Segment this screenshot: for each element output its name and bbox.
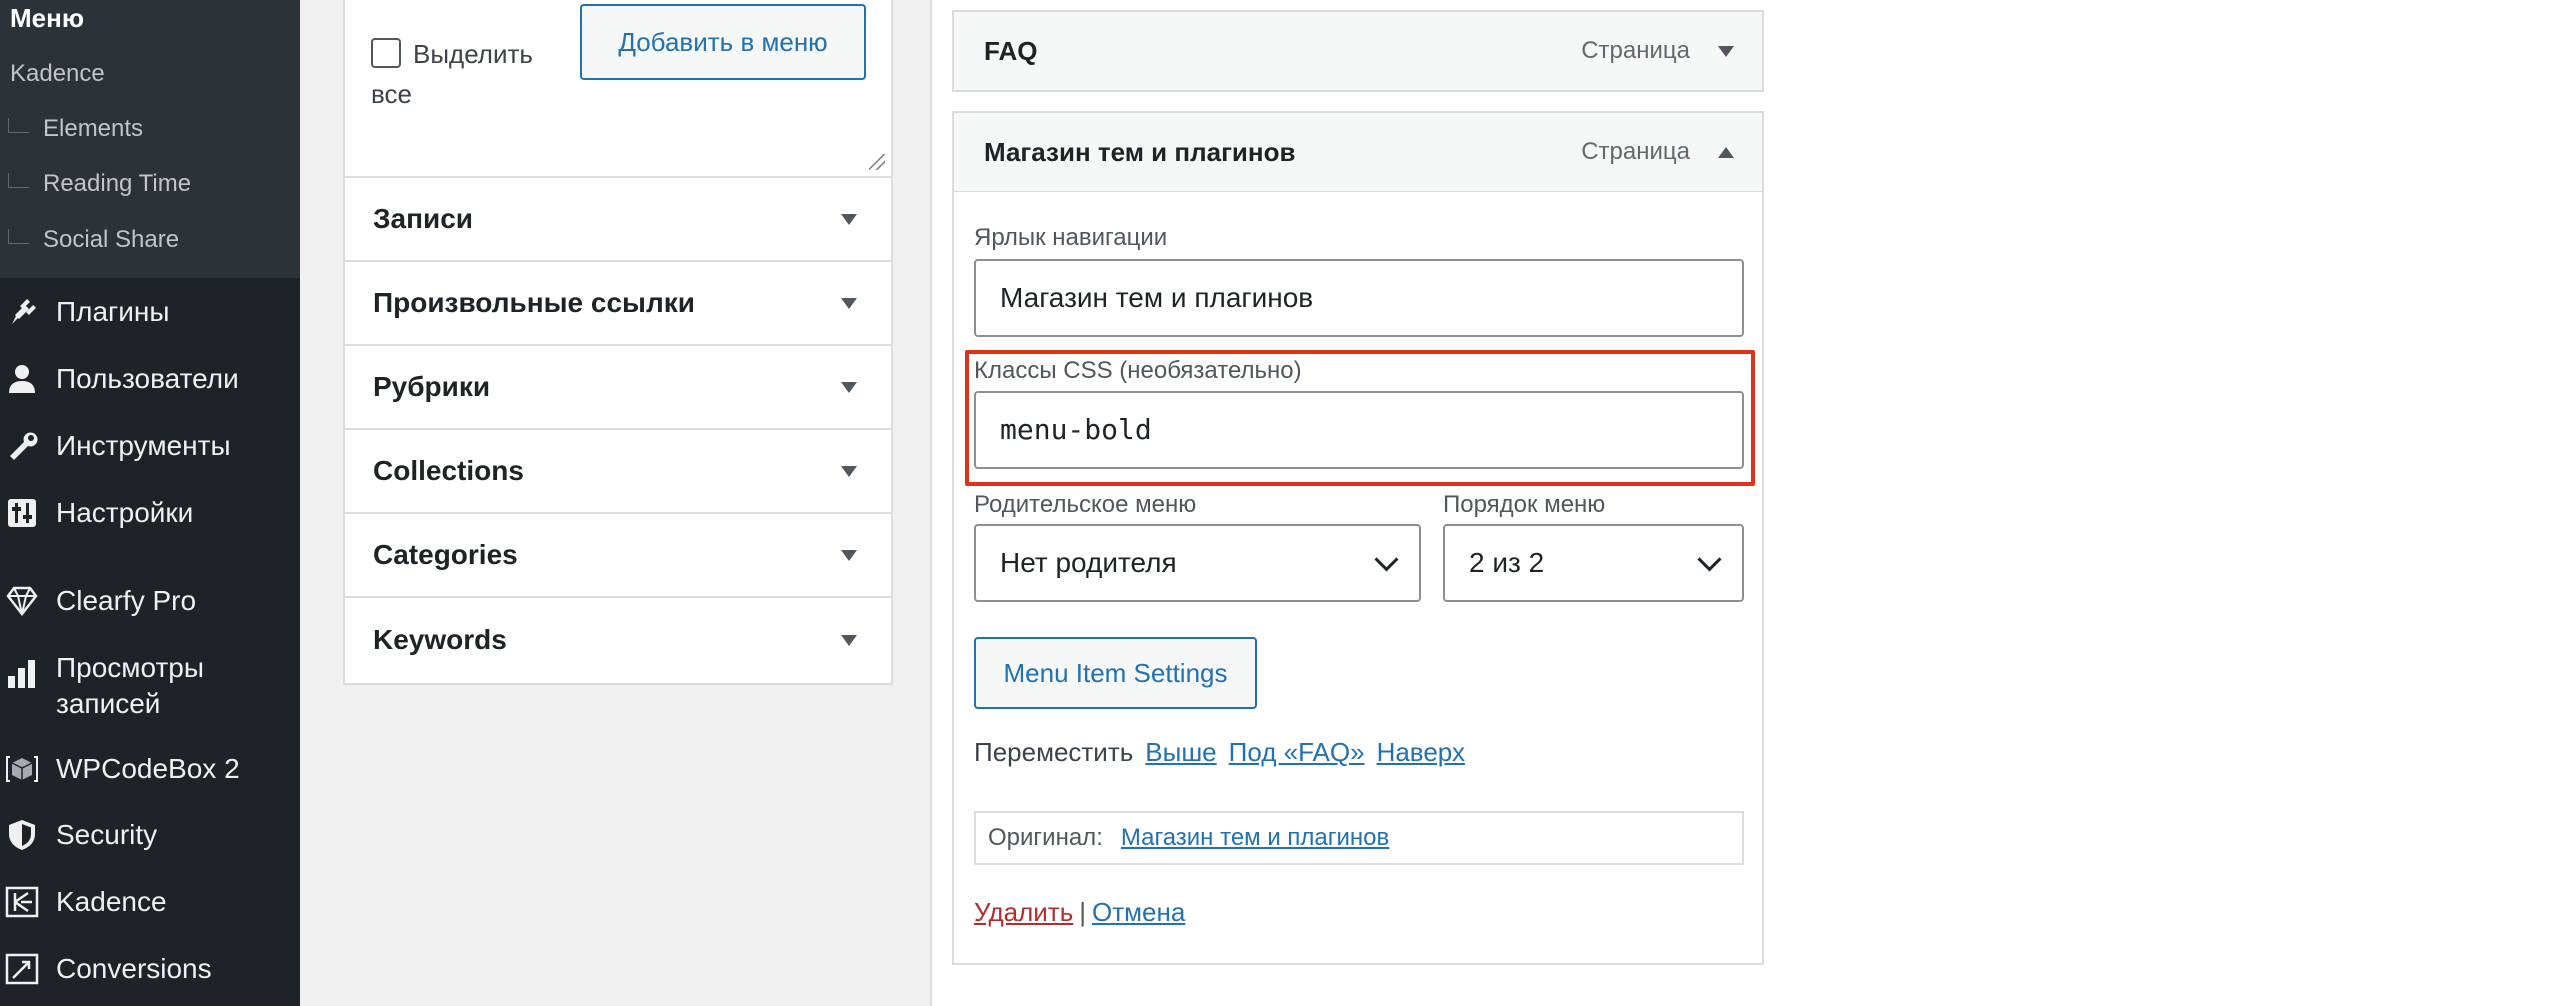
code-box-icon <box>2 749 42 789</box>
sidebar-item-users[interactable]: Пользователи <box>0 351 300 407</box>
original-box: Оригинал: Магазин тем и плагинов <box>974 811 1744 865</box>
sidebar-item-post-views[interactable]: Просмотры записей <box>0 650 300 730</box>
submenu-item-kadence[interactable]: Kadence <box>10 60 105 88</box>
submenu-item-elements[interactable]: Elements <box>8 115 143 143</box>
sidebar-item-clearfy-pro[interactable]: Clearfy Pro <box>0 573 300 629</box>
select-all-area: Выделить все Добавить в меню <box>345 0 891 178</box>
add-menu-items-panel: Выделить все Добавить в меню Записи Прои… <box>343 0 893 685</box>
user-icon <box>2 359 42 399</box>
move-under-faq-link[interactable]: Под «FAQ» <box>1229 737 1365 767</box>
sidebar-item-kadence[interactable]: Kadence <box>0 874 300 930</box>
accordion-label: Рубрики <box>373 371 491 402</box>
caret-down-icon[interactable] <box>1718 45 1734 57</box>
sidebar-item-label: Conversions <box>56 953 212 984</box>
menu-order-label: Порядок меню <box>1443 491 1606 518</box>
move-row: Переместить Выше Под «FAQ» Наверх <box>974 737 1465 768</box>
sidebar-item-settings[interactable]: Настройки <box>0 485 300 541</box>
accordion-rubrics[interactable]: Рубрики <box>345 346 891 430</box>
kadence-icon <box>2 882 42 922</box>
caret-down-icon <box>841 381 857 393</box>
sidebar-item-label: Настройки <box>56 497 194 528</box>
menu-item-title: FAQ <box>984 35 1038 66</box>
caret-down-icon <box>841 634 857 646</box>
parent-menu-value: Нет родителя <box>1000 547 1177 578</box>
submenu-item-reading-time[interactable]: Reading Time <box>8 170 191 198</box>
plugin-icon <box>2 292 42 332</box>
move-label: Переместить <box>974 737 1134 767</box>
parent-menu-label: Родительское меню <box>974 491 1197 518</box>
menu-item-title: Магазин тем и плагинов <box>984 136 1296 167</box>
caret-down-icon <box>841 213 857 225</box>
caret-down-icon <box>841 297 857 309</box>
caret-down-icon <box>841 465 857 477</box>
accordion-posts[interactable]: Записи <box>345 178 891 262</box>
conversions-icon <box>2 949 42 989</box>
menu-item-theme-store[interactable]: Магазин тем и плагинов Страница <box>952 111 1764 193</box>
sidebar-item-label: Clearfy Pro <box>56 585 197 616</box>
move-up-link[interactable]: Выше <box>1145 737 1216 767</box>
accordion-label: Произвольные ссылки <box>373 287 695 318</box>
accordion-categories[interactable]: Categories <box>345 514 891 598</box>
sidebar-item-label: Kadence <box>56 886 167 917</box>
accordion-label: Collections <box>373 455 524 486</box>
sidebar-item-label: Security <box>56 819 158 850</box>
shield-icon <box>2 815 42 855</box>
sidebar-item-conversions[interactable]: Conversions <box>0 941 300 997</box>
settings-sliders-icon <box>2 493 42 533</box>
nav-label-label: Ярлык навигации <box>974 224 1168 251</box>
menu-item-faq[interactable]: FAQ Страница <box>952 10 1764 92</box>
sidebar-item-label: Пользователи <box>56 363 239 394</box>
accordion-custom-links[interactable]: Произвольные ссылки <box>345 262 891 346</box>
accordion-keywords[interactable]: Keywords <box>345 598 891 682</box>
menu-item-settings-button[interactable]: Menu Item Settings <box>974 637 1257 709</box>
bar-chart-icon <box>2 654 42 694</box>
menu-item-type: Страница <box>1581 37 1690 64</box>
menu-item-type: Страница <box>1581 138 1690 165</box>
delete-link[interactable]: Удалить <box>974 897 1073 927</box>
original-link[interactable]: Магазин тем и плагинов <box>1121 824 1389 852</box>
css-classes-label: Классы CSS (необязательно) <box>974 357 1302 384</box>
sidebar-item-label: Инструменты <box>56 430 231 461</box>
parent-menu-select[interactable]: Нет родителя <box>974 524 1421 602</box>
accordion-label: Keywords <box>373 624 507 655</box>
sidebar-item-plugins[interactable]: Плагины <box>0 284 300 340</box>
accordion-label: Categories <box>373 539 518 570</box>
nav-label-input[interactable]: Магазин тем и плагинов <box>974 259 1744 337</box>
sidebar-item-tools[interactable]: Инструменты <box>0 418 300 474</box>
diamond-icon <box>2 581 42 621</box>
wrench-icon <box>2 426 42 466</box>
cancel-link[interactable]: Отмена <box>1092 897 1185 927</box>
submenu-item-social-share[interactable]: Social Share <box>8 226 179 254</box>
original-label: Оригинал: <box>988 824 1103 851</box>
appearance-submenu: Меню Kadence Elements Reading Time Socia… <box>0 0 300 278</box>
sidebar-item-security[interactable]: Security <box>0 807 300 863</box>
chevron-down-icon <box>1374 546 1399 572</box>
caret-down-icon <box>841 549 857 561</box>
move-to-top-link[interactable]: Наверх <box>1377 737 1465 767</box>
accordion-collections[interactable]: Collections <box>345 430 891 514</box>
actions-separator: | <box>1079 897 1087 927</box>
sidebar-item-label: Просмотры записей <box>56 652 204 719</box>
css-classes-input[interactable]: menu-bold <box>974 391 1744 469</box>
menu-order-value: 2 из 2 <box>1469 547 1545 578</box>
caret-up-icon[interactable] <box>1718 146 1734 158</box>
admin-sidebar: Меню Kadence Elements Reading Time Socia… <box>0 0 300 1006</box>
submenu-item-menu[interactable]: Меню <box>10 3 84 34</box>
sidebar-item-label: WPCodeBox 2 <box>56 753 240 784</box>
item-actions: Удалить | Отмена <box>974 897 1185 928</box>
accordion-label: Записи <box>373 203 474 234</box>
menu-order-select[interactable]: 2 из 2 <box>1443 524 1744 602</box>
sidebar-item-label: Плагины <box>56 296 170 327</box>
resize-handle[interactable] <box>869 154 885 170</box>
sidebar-item-wpcodebox[interactable]: WPCodeBox 2 <box>0 741 300 797</box>
add-to-menu-button[interactable]: Добавить в меню <box>580 4 866 80</box>
select-all-label[interactable]: Выделить все <box>371 34 571 114</box>
chevron-down-icon <box>1697 546 1722 572</box>
